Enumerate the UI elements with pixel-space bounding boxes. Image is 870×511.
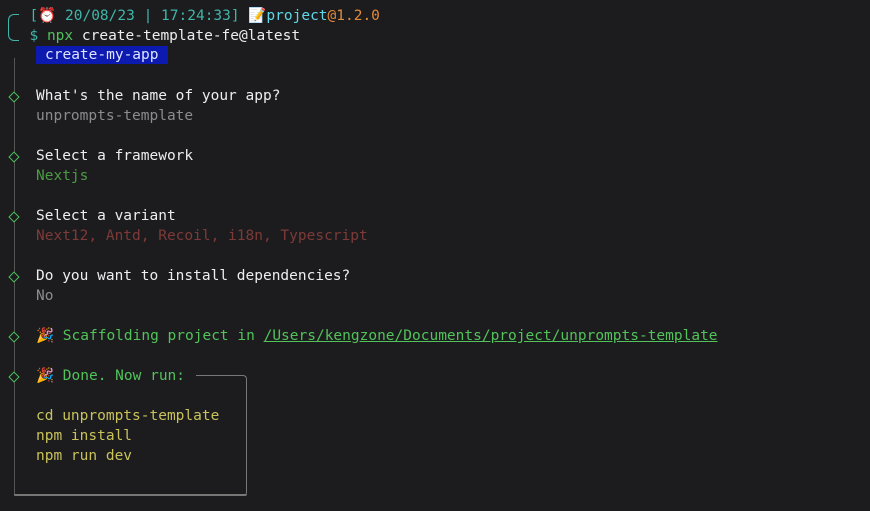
- command-args: create-template-fe@latest: [81, 28, 301, 44]
- scaffold-text: Scaffolding project in: [62, 328, 255, 344]
- prompt-line: [⏰ 20/08/23 | 17:24:33] 📝project@1.2.0: [12, 8, 380, 24]
- prompt-time: 17:24:33: [161, 8, 231, 24]
- run-command[interactable]: cd unprompts-template: [36, 406, 219, 426]
- party-popper-icon: 🎉: [36, 328, 55, 344]
- command-line[interactable]: $ npx create-template-fe@latest: [12, 26, 300, 46]
- step-marker-icon: [8, 331, 20, 343]
- step-question: Select a framework: [36, 148, 194, 164]
- done-box-bottom: [14, 494, 247, 496]
- step-marker-icon: [8, 91, 20, 103]
- prompt-version: @1.2.0: [327, 8, 380, 24]
- scaffold-line: 🎉 Scaffolding project in /Users/kengzone…: [36, 326, 718, 346]
- run-command[interactable]: npm install: [36, 426, 132, 446]
- run-command[interactable]: npm run dev: [36, 446, 132, 466]
- terminal-window: [⏰ 20/08/23 | 17:24:33] 📝project@1.2.0 $…: [0, 0, 870, 511]
- step-question: Select a variant: [36, 208, 176, 224]
- alarm-clock-icon: ⏰: [38, 8, 57, 24]
- step-marker-icon: [8, 151, 20, 163]
- app-banner: create-my-app: [36, 46, 168, 64]
- step-marker-icon: [8, 271, 20, 283]
- step-answer: unprompts-template: [36, 108, 194, 124]
- step-answer: No: [36, 288, 54, 304]
- step-answer: Next12, Antd, Recoil, i18n, Typescript: [36, 228, 368, 244]
- step-question: Do you want to install dependencies?: [36, 268, 351, 284]
- done-box-frame: [196, 375, 247, 496]
- prompt-dollar: $: [29, 28, 39, 44]
- prompt-separator: |: [143, 8, 153, 24]
- command-bin: npx: [46, 28, 74, 44]
- memo-icon: 📝: [248, 8, 267, 24]
- prompt-project: project: [266, 8, 328, 24]
- step-question: What's the name of your app?: [36, 88, 281, 104]
- scaffold-path-link[interactable]: /Users/kengzone/Documents/project/unprom…: [264, 328, 718, 344]
- step-marker-icon: [8, 211, 20, 223]
- step-answer: Nextjs: [36, 168, 89, 184]
- party-popper-icon: 🎉: [36, 368, 55, 384]
- done-text: Done. Now run:: [62, 368, 186, 384]
- done-line: 🎉 Done. Now run:: [36, 366, 185, 386]
- prompt-date: 20/08/23: [65, 8, 135, 24]
- step-marker-icon: [8, 371, 20, 383]
